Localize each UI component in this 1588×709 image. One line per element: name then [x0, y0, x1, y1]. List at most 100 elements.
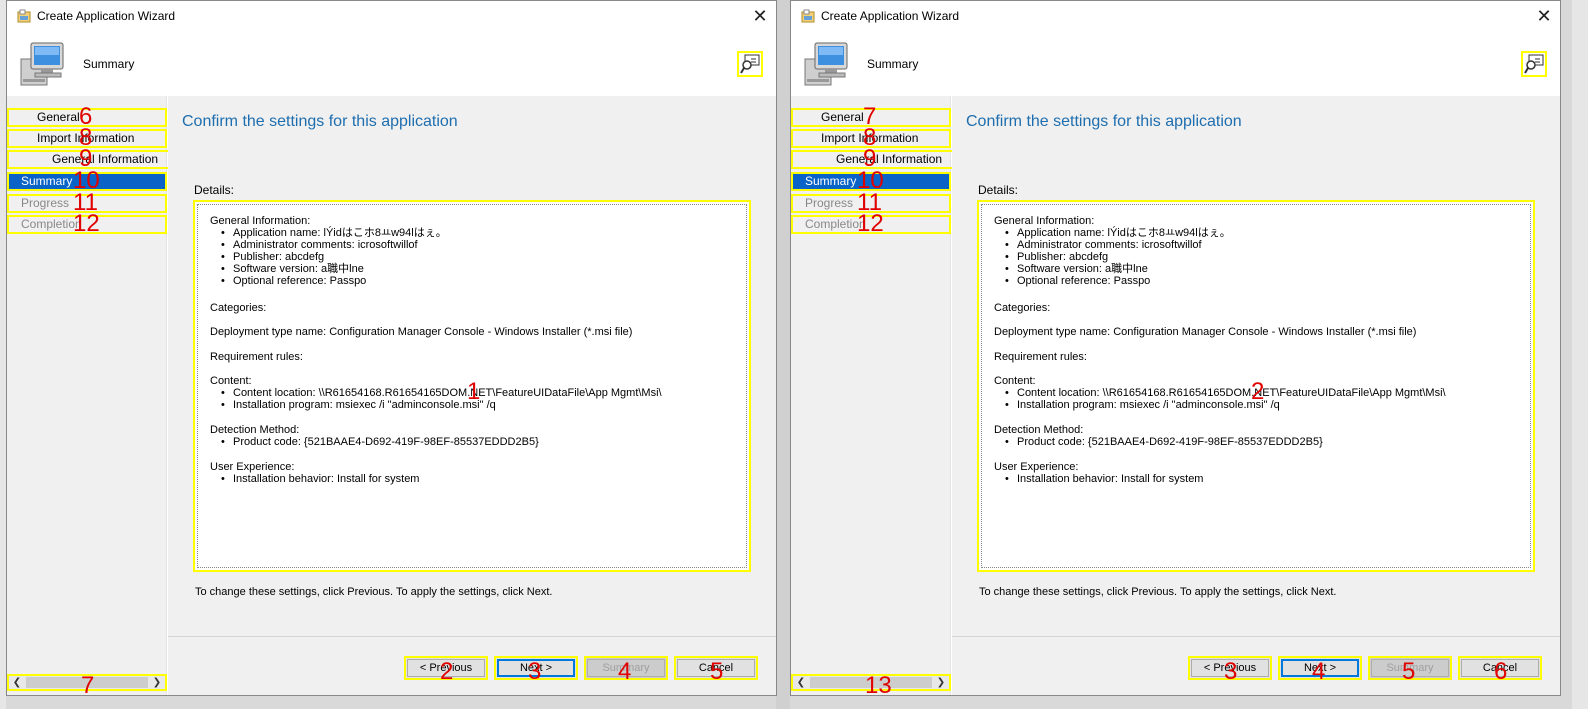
- nav-item-label: General Information: [52, 152, 159, 166]
- wizard-navigation: General 7 Import Information 8 General Infor…: [791, 96, 954, 698]
- detail-bullet: Software version: a職中lne: [221, 263, 364, 275]
- detail-text: Categories:: [994, 302, 1051, 314]
- cancel-button[interactable]: Cancel 5: [674, 656, 758, 684]
- detail-text: Content location: \\R61654168.R61654165D…: [233, 387, 662, 399]
- detail-text: Installation program: msiexec /i "adminc…: [1017, 399, 1280, 411]
- detail-text: User Experience:: [994, 461, 1079, 473]
- detail-text: Content:: [210, 375, 252, 387]
- detail-heading: Deployment type name: Configuration Mana…: [210, 326, 632, 338]
- detail-bullet: Administrator comments: icrosoftwillof: [1005, 239, 1202, 251]
- detail-heading: User Experience:: [210, 461, 294, 473]
- nav-item-label: Progress: [21, 196, 70, 210]
- computer-icon: [20, 42, 64, 86]
- detail-text: General Information:: [210, 215, 311, 227]
- details-textbox[interactable]: General Information:Application name: lÝ…: [193, 200, 751, 572]
- detail-bullet: Product code: {521BAAE4-D692-419F-98EF-8…: [1005, 436, 1323, 448]
- previous-button[interactable]: < Previous 3: [1188, 656, 1272, 684]
- next-button[interactable]: Next > 3: [494, 656, 578, 684]
- chevron-right-icon[interactable]: ❯: [934, 676, 948, 689]
- chevron-left-icon[interactable]: ❮: [794, 676, 808, 689]
- nav-item-label: Summary: [805, 174, 857, 188]
- close-icon[interactable]: ✕: [748, 4, 772, 28]
- nav-item-label: General: [37, 110, 80, 124]
- detail-text: Software version: a職中lne: [233, 263, 364, 275]
- help-icon[interactable]: [737, 51, 763, 77]
- nav-item-summary[interactable]: Summary: [791, 172, 951, 191]
- hint-text: To change these settings, click Previous…: [979, 586, 1337, 598]
- nav-item-general[interactable]: General: [791, 108, 951, 127]
- nav-item-completion[interactable]: Completion: [791, 215, 951, 234]
- nav-item-label: Import Information: [821, 131, 919, 145]
- scrollbar-thumb[interactable]: [810, 677, 932, 688]
- page-title: Summary: [867, 57, 919, 71]
- page-title: Summary: [83, 57, 135, 71]
- nav-item-summary[interactable]: Summary: [7, 172, 167, 191]
- detail-text: General Information:: [994, 215, 1095, 227]
- detail-bullet: Optional reference: Passpo: [1005, 275, 1150, 287]
- nav-item-label: Completion: [805, 217, 866, 231]
- wizard-window-left: Create Application Wizard ✕ Summary Gene…: [6, 0, 777, 698]
- hint-text: To change these settings, click Previous…: [195, 586, 553, 598]
- detail-bullet: Installation behavior: Install for syste…: [1005, 473, 1203, 485]
- nav-item-completion[interactable]: Completion: [7, 215, 167, 234]
- summary-button[interactable]: Summary 4: [584, 656, 668, 684]
- next-button[interactable]: Next > 4: [1278, 656, 1362, 684]
- separator: [952, 636, 1560, 637]
- annotation-number: 4: [1312, 658, 1326, 685]
- chevron-right-icon[interactable]: ❯: [150, 676, 164, 689]
- annotation-number: 4: [618, 658, 632, 685]
- wizard-header: Summary: [791, 31, 1560, 96]
- title-bar: Create Application Wizard ✕: [7, 1, 776, 31]
- detail-text: Content:: [994, 375, 1036, 387]
- help-icon[interactable]: [1521, 51, 1547, 77]
- nav-item-label: Import Information: [37, 131, 135, 145]
- summary-button[interactable]: Summary 5: [1368, 656, 1452, 684]
- separator: [168, 636, 776, 637]
- detail-text: Detection Method:: [994, 424, 1084, 436]
- detail-text: User Experience:: [210, 461, 295, 473]
- detail-bullet: Publisher: abcdefg: [1005, 251, 1109, 263]
- previous-button[interactable]: < Previous 2: [404, 656, 488, 684]
- horizontal-scrollbar[interactable]: ❮ ❯: [791, 674, 951, 691]
- annotation-number: 2: [440, 658, 454, 685]
- detail-bullet: Installation program: msiexec /i "adminc…: [1005, 399, 1280, 411]
- scrollbar-thumb[interactable]: [26, 677, 148, 688]
- detail-heading: Content:: [994, 375, 1036, 387]
- detail-bullet: Publisher: abcdefg: [221, 251, 324, 263]
- nav-item-import-information[interactable]: Import Information: [7, 129, 167, 148]
- close-icon[interactable]: ✕: [1532, 4, 1556, 28]
- detail-heading: General Information:: [994, 215, 1094, 227]
- detail-heading: Detection Method:: [210, 424, 299, 436]
- nav-item-general[interactable]: General: [7, 108, 167, 127]
- nav-item-general-information[interactable]: General Information: [7, 150, 170, 169]
- chevron-left-icon[interactable]: ❮: [10, 676, 24, 689]
- nav-item-general-information[interactable]: General Information: [791, 150, 954, 169]
- window-title: Create Application Wizard: [37, 9, 176, 23]
- detail-text: Application name: lÝidはこホ8ㅛw94lはぇ。: [233, 227, 447, 239]
- nav-item-import-information[interactable]: Import Information: [791, 129, 951, 148]
- nav-item-progress[interactable]: Progress: [791, 194, 951, 213]
- detail-bullet: Content location: \\R61654168.R61654165D…: [1005, 387, 1446, 399]
- detail-text: Requirement rules:: [210, 351, 303, 363]
- annotation-number: 5: [1402, 658, 1416, 685]
- content-title: Confirm the settings for this applicatio…: [182, 113, 458, 130]
- detail-text: Publisher: abcdefg: [1017, 251, 1109, 263]
- detail-text: Application name: lÝidはこホ8ㅛw94lはぇ。: [1017, 227, 1231, 239]
- cancel-button[interactable]: Cancel 6: [1458, 656, 1542, 684]
- detail-bullet: Application name: lÝidはこホ8ㅛw94lはぇ。: [1005, 227, 1231, 239]
- details-textbox[interactable]: General Information:Application name: lÝ…: [977, 200, 1535, 572]
- detail-text: Optional reference: Passpo: [233, 275, 367, 287]
- content-pane: Confirm the settings for this applicatio…: [952, 96, 1560, 695]
- wizard-header: Summary: [7, 31, 776, 96]
- detail-text: Categories:: [210, 302, 267, 314]
- annotation-number: 5: [710, 658, 724, 685]
- detail-heading: Categories:: [210, 302, 266, 314]
- app-window-icon: [17, 9, 31, 23]
- wizard-window-right: Create Application Wizard ✕ Summary Gene…: [790, 0, 1561, 698]
- nav-item-label: General Information: [836, 152, 943, 166]
- horizontal-scrollbar[interactable]: ❮ ❯: [7, 674, 167, 691]
- detail-text: Installation behavior: Install for syste…: [233, 473, 420, 485]
- content-title: Confirm the settings for this applicatio…: [966, 113, 1242, 130]
- detail-bullet: Installation program: msiexec /i "adminc…: [221, 399, 496, 411]
- nav-item-progress[interactable]: Progress: [7, 194, 167, 213]
